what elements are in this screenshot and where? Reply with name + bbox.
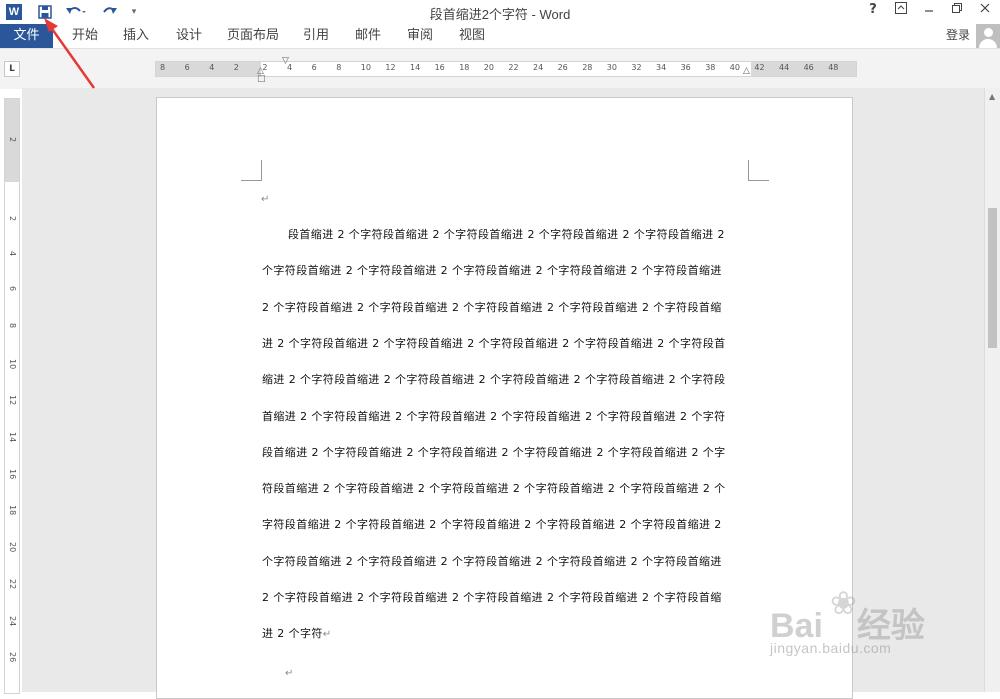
vruler-tick-label: 22 [8,579,17,590]
restore-icon[interactable] [944,2,970,22]
hruler-tick-label: 6 [184,63,190,72]
vruler-tick-label: 14 [8,432,17,443]
title-bar: W ▾ 段首缩进2个字符 - Word ? [0,0,1000,24]
minimize-icon[interactable] [916,2,942,22]
hruler-tick-label: 20 [483,63,494,72]
tab-insert[interactable]: 插入 [123,24,149,48]
vruler-tick-label: 10 [8,359,17,370]
document-line[interactable]: 缩进 2 个字符段首缩进 2 个字符段首缩进 2 个字符段首缩进 2 个字符段首… [262,371,748,387]
empty-paragraph-mark: ↵ [261,194,270,205]
first-line-indent-icon[interactable]: ▽ [282,56,289,66]
vruler-tick-label: 2 [8,137,17,143]
document-line[interactable]: 个字符段首缩进 2 个字符段首缩进 2 个字符段首缩进 2 个字符段首缩进 2 … [262,262,748,278]
tab-page-layout[interactable]: 页面布局 [227,24,279,48]
horizontal-ruler[interactable]: 8 6 4 2 2 4 6 8 10 12 14 16 18 20 22 24 26 28 30 32 34 36 38 40… [155,56,857,84]
user-avatar-icon[interactable] [976,24,1000,50]
ribbon-display-options-icon[interactable] [888,2,914,22]
hruler-tick-label: 8 [336,63,342,72]
vruler-tick-label: 6 [8,286,17,292]
hruler-tick-label: 18 [459,63,470,72]
tab-mailings[interactable]: 邮件 [355,24,381,48]
hruler-tick-label: 30 [606,63,617,72]
vruler-tick-label: 16 [8,469,17,480]
hruler-tick-label: 42 [754,63,765,72]
document-line[interactable]: 首缩进 2 个字符段首缩进 2 个字符段首缩进 2 个字符段首缩进 2 个字符段… [262,408,748,424]
left-indent-box-icon[interactable]: □ [257,74,266,84]
hruler-tick-label: 26 [557,63,568,72]
ruler-strip: L 8 6 4 2 2 4 6 8 10 12 14 16 18 20 22 24 26 28 30 32 34 36 38… [0,48,1000,89]
hruler-tick-label: 48 [828,63,839,72]
document-page[interactable]: ↵ 段首缩进 2 个字符段首缩进 2 个字符段首缩进 2 个字符段首缩进 2 个… [156,97,853,699]
hruler-tick-label: 44 [779,63,790,72]
hruler-tick-label: 16 [434,63,445,72]
hruler-tick-label: 4 [209,63,215,72]
document-line[interactable]: 进 2 个字符↵ [262,625,748,641]
hruler-tick-label: 8 [160,63,166,72]
hruler-tick-label: 32 [631,63,642,72]
hruler-tick-label: 6 [311,63,317,72]
watermark-url: jingyan.baidu.com [770,640,892,656]
paragraph-end-mark: ↵ [322,629,332,641]
annotation-arrow [44,18,96,89]
document-line[interactable]: 符段首缩进 2 个字符段首缩进 2 个字符段首缩进 2 个字符段首缩进 2 个字… [262,480,748,496]
hruler-tick-label: 28 [582,63,593,72]
hruler-tick-label: 14 [410,63,421,72]
hruler-tick-label: 22 [508,63,519,72]
sign-in-link[interactable]: 登录 [946,24,970,48]
close-icon[interactable] [972,2,998,22]
tab-view[interactable]: 视图 [459,24,485,48]
window-title: 段首缩进2个字符 - Word [429,7,571,22]
hruler-tick-label: 36 [680,63,691,72]
vruler-tick-label: 20 [8,542,17,553]
crop-mark-top-left [241,160,262,181]
tab-design[interactable]: 设计 [176,24,202,48]
hruler-tick-label: 40 [729,63,740,72]
document-line[interactable]: 2 个字符段首缩进 2 个字符段首缩进 2 个字符段首缩进 2 个字符段首缩进 … [262,299,748,315]
hruler-tick-label: 12 [385,63,396,72]
vruler-tick-label: 18 [8,505,17,516]
hruler-tick-label: 24 [533,63,544,72]
trailing-paragraph-mark: ↵ [285,668,294,679]
document-line[interactable]: 进 2 个字符段首缩进 2 个字符段首缩进 2 个字符段首缩进 2 个字符段首缩… [262,335,748,351]
vruler-tick-label: 24 [8,616,17,627]
document-line[interactable]: 2 个字符段首缩进 2 个字符段首缩进 2 个字符段首缩进 2 个字符段首缩进 … [262,589,748,605]
crop-mark-top-right [748,160,769,181]
document-line[interactable]: 字符段首缩进 2 个字符段首缩进 2 个字符段首缩进 2 个字符段首缩进 2 个… [262,516,748,532]
hruler-tick-label: 2 [233,63,239,72]
scroll-thumb[interactable] [988,208,997,348]
vertical-ruler[interactable]: 2 2 4 6 8 10 12 14 16 18 20 22 24 26 [4,98,20,694]
document-line[interactable]: 段首缩进 2 个字符段首缩进 2 个字符段首缩进 2 个字符段首缩进 2 个字符… [262,226,774,242]
scroll-up-icon[interactable]: ▲ [989,92,995,101]
vruler-tick-label: 4 [8,251,17,257]
vruler-tick-label: 12 [8,395,17,406]
tab-review[interactable]: 审阅 [407,24,433,48]
vruler-tick-label: 2 [8,216,17,222]
document-line[interactable]: 段首缩进 2 个字符段首缩进 2 个字符段首缩进 2 个字符段首缩进 2 个字符… [262,444,748,460]
help-button[interactable]: ? [860,2,886,22]
ribbon-tab-bar: 文件 开始 插入 设计 页面布局 引用 邮件 审阅 视图 登录 [0,24,1000,48]
hruler-tick-label: 10 [360,63,371,72]
hruler-tick-label: 34 [656,63,667,72]
tab-selector[interactable]: L [4,61,20,77]
tab-references[interactable]: 引用 [303,24,329,48]
hruler-tick-label: 46 [803,63,814,72]
document-line[interactable]: 个字符段首缩进 2 个字符段首缩进 2 个字符段首缩进 2 个字符段首缩进 2 … [262,553,748,569]
baidu-watermark: ❀ Bai 经验 jingyan.baidu.com [770,584,990,674]
hruler-tick-label: 38 [705,63,716,72]
right-indent-icon[interactable]: △ [743,66,750,76]
vruler-tick-label: 26 [8,652,17,663]
vruler-tick-label: 8 [8,323,17,329]
